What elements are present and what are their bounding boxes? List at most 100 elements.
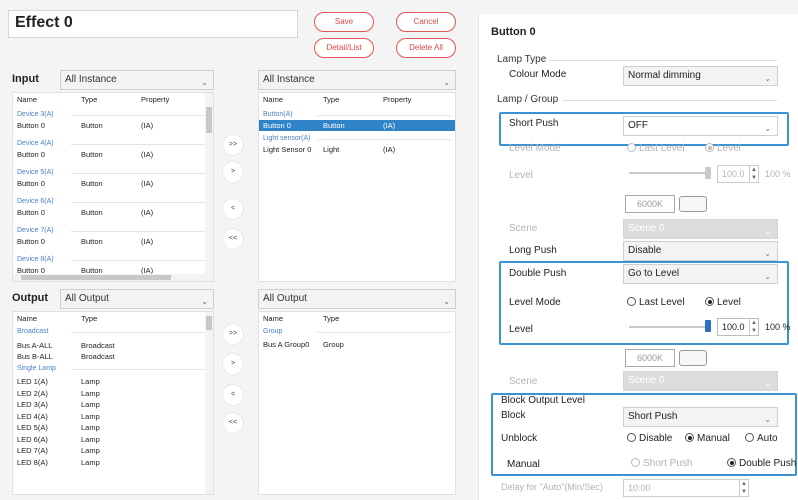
manual-short-push-text: Short Push (643, 458, 693, 469)
remove-all-output-button[interactable]: << (222, 412, 244, 434)
list-item[interactable]: Button 0 Button (IA) (13, 236, 213, 247)
block-label: Block (501, 410, 526, 421)
group-header: Broadcast (13, 326, 213, 337)
add-output-button[interactable]: > (222, 353, 244, 375)
last-level-text: Last Level (639, 143, 685, 154)
level-radio[interactable]: Level (705, 143, 741, 154)
output-filter-select[interactable]: All Output ⌄ (60, 289, 214, 309)
item-type: Broadcast (81, 341, 115, 350)
group-header: Device 5(A) (13, 167, 213, 178)
dp-level-slider-handle[interactable] (705, 320, 711, 332)
add-all-input-button[interactable]: >> (222, 134, 244, 156)
list-item[interactable]: LED 3(A) Lamp (13, 399, 213, 410)
group-header: Group (259, 326, 455, 337)
item-name: Button 0 (263, 121, 291, 130)
unblock-manual-text: Manual (697, 433, 730, 444)
list-item[interactable]: LED 7(A) Lamp (13, 445, 213, 456)
list-item[interactable]: LED 1(A) Lamp (13, 376, 213, 387)
list-item[interactable]: LED 8(A) Lamp (13, 457, 213, 468)
level-slider-handle[interactable] (705, 167, 711, 179)
list-item[interactable]: Button 0 Button (IA) (13, 149, 213, 160)
item-name: LED 8(A) (17, 457, 48, 467)
remove-all-input-button[interactable]: << (222, 228, 244, 250)
list-item[interactable]: Button 0 Button (IA) (13, 207, 213, 218)
dp-scene-value: Scene 0 (628, 375, 665, 386)
list-item[interactable]: LED 2(A) Lamp (13, 388, 213, 399)
dp-level-radio[interactable]: Level (705, 297, 741, 308)
kelvin-field[interactable]: 6000K (625, 195, 675, 213)
list-item[interactable]: Button 0 Button (IA) (259, 120, 455, 131)
dp-level-number-input[interactable]: 100.0 ▲ ▼ (717, 318, 759, 336)
double-push-value: Go to Level (628, 268, 680, 279)
chevron-down-icon: ⌄ (201, 78, 208, 87)
radio-icon (627, 433, 636, 442)
level-slider-track[interactable] (629, 172, 707, 174)
delete-all-button[interactable]: Delete All (396, 38, 456, 58)
spinner-icon[interactable]: ▲ ▼ (739, 480, 748, 496)
input-list-scrollbar[interactable] (205, 93, 213, 281)
col-header-type: Type (323, 314, 340, 323)
double-push-select[interactable]: Go to Level ⌄ (623, 264, 778, 284)
list-item[interactable]: LED 6(A) Lamp (13, 434, 213, 445)
add-all-output-button[interactable]: >> (222, 323, 244, 345)
list-item[interactable]: Bus A-ALL Broadcast (13, 340, 213, 351)
list-item[interactable]: Bus B-ALL Broadcast (13, 351, 213, 362)
col-header-name: Name (263, 314, 284, 323)
dp-scene-select[interactable]: Scene 0 ⌄ (623, 371, 778, 391)
selected-output-list[interactable]: Name Type Group Bus A Group0 Group (258, 311, 456, 495)
long-push-select[interactable]: Disable ⌄ (623, 241, 778, 261)
lamp-icon[interactable] (679, 196, 707, 212)
remove-output-button[interactable]: < (222, 384, 244, 406)
long-push-value: Disable (628, 245, 662, 256)
unblock-disable-radio[interactable]: Disable (627, 433, 672, 444)
unblock-auto-radio[interactable]: Auto (745, 433, 778, 444)
list-item[interactable]: Button 0 Button (IA) (13, 120, 213, 131)
selected-input-list[interactable]: Name Type Property Button(A) Button 0 Bu… (258, 92, 456, 282)
item-name: Button 0 (17, 208, 45, 217)
block-output-level-label: Block Output Level (501, 395, 585, 406)
output-filter-value: All Output (65, 293, 109, 304)
input-filter-select[interactable]: All Instance ⌄ (60, 70, 214, 90)
colour-mode-label: Colour Mode (509, 69, 567, 80)
scene-select[interactable]: Scene 0 ⌄ (623, 219, 778, 239)
save-button[interactable]: Save (314, 12, 374, 32)
effect-title-field[interactable]: Effect 0 (8, 10, 298, 38)
item-type: Lamp (81, 423, 100, 432)
unblock-manual-radio[interactable]: Manual (685, 433, 730, 444)
item-type: Lamp (81, 377, 100, 386)
input-list[interactable]: Name Type Property Device 3(A) Button 0 … (12, 92, 214, 282)
manual-short-push-radio[interactable]: Short Push (631, 458, 692, 469)
dp-kelvin-field[interactable]: 6000K (625, 349, 675, 367)
last-level-radio[interactable]: Last Level (627, 143, 685, 154)
remove-input-button[interactable]: < (222, 198, 244, 220)
detail-list-button[interactable]: Detail/List (314, 38, 374, 58)
lamp-icon[interactable] (679, 350, 707, 366)
block-select[interactable]: Short Push ⌄ (623, 407, 778, 427)
list-item[interactable]: Button 0 Button (IA) (13, 178, 213, 189)
output-list-scrollbar[interactable] (205, 312, 213, 494)
delay-input[interactable]: 10:00 ▲ ▼ (623, 479, 749, 497)
spinner-icon[interactable]: ▲ ▼ (749, 166, 758, 182)
list-item[interactable]: LED 4(A) Lamp (13, 411, 213, 422)
input-list-hscrollbar[interactable] (13, 274, 205, 281)
scene-value: Scene 0 (628, 223, 665, 234)
level-number-input[interactable]: 100.0 ▲ ▼ (717, 165, 759, 183)
list-item[interactable]: LED 5(A) Lamp (13, 422, 213, 433)
add-input-button[interactable]: > (222, 161, 244, 183)
selected-output-filter-select[interactable]: All Output ⌄ (258, 289, 456, 309)
spinner-icon[interactable]: ▲ ▼ (749, 319, 758, 335)
output-list[interactable]: Name Type Broadcast Bus A-ALL Broadcast Bus… (12, 311, 214, 495)
cancel-button[interactable]: Cancel (396, 12, 456, 32)
short-push-select[interactable]: OFF ⌄ (623, 116, 778, 136)
dp-last-level-radio[interactable]: Last Level (627, 297, 685, 308)
item-name: LED 4(A) (17, 411, 48, 421)
item-type: Lamp (81, 457, 100, 467)
manual-double-push-radio[interactable]: Double Push (727, 458, 796, 469)
list-item[interactable]: Light Sensor 0 Light (IA) (259, 144, 455, 155)
dp-level-percent: 100 % (765, 322, 791, 332)
selected-input-filter-select[interactable]: All Instance ⌄ (258, 70, 456, 90)
list-item[interactable]: Bus A Group0 Group (259, 339, 455, 350)
colour-mode-select[interactable]: Normal dimming ⌄ (623, 66, 778, 86)
group-header: Light sensor(A) (259, 133, 455, 144)
dp-level-slider-track[interactable] (629, 326, 707, 328)
